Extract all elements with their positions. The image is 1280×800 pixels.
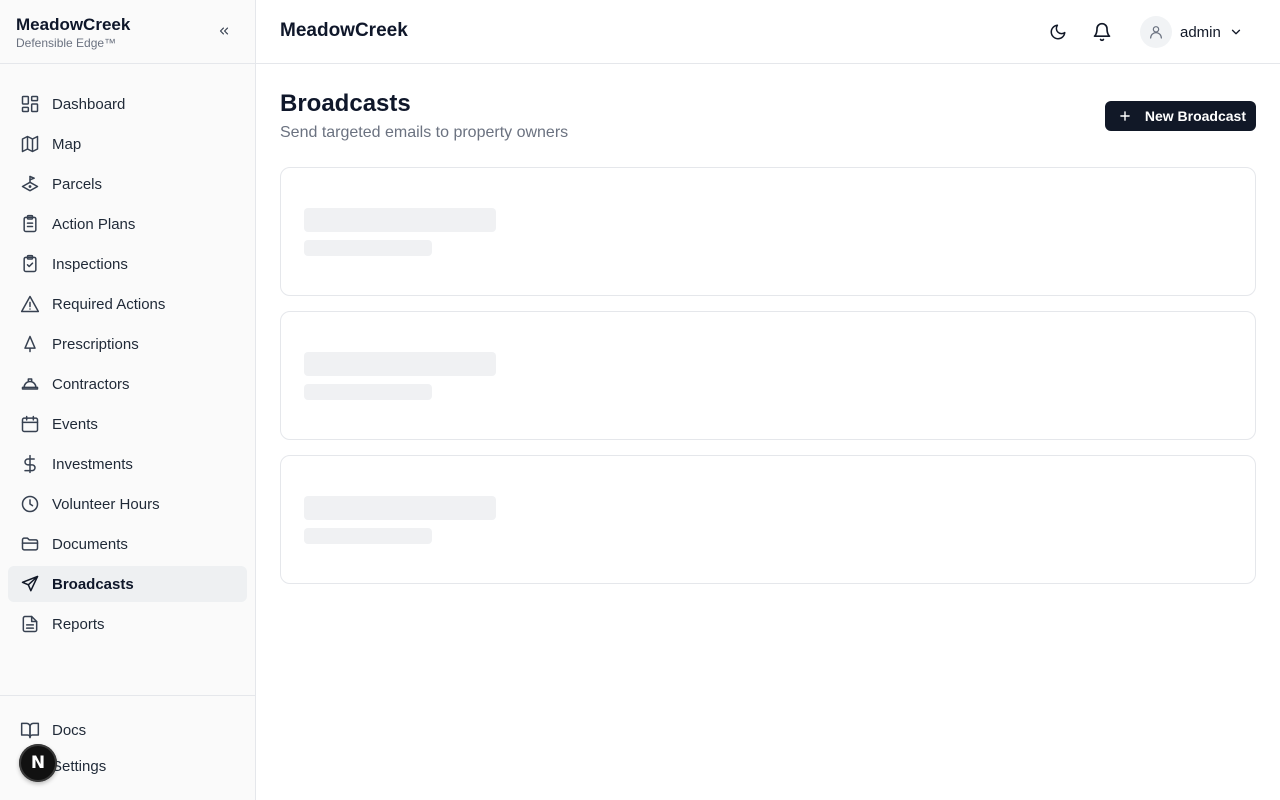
- chevrons-left-icon: [219, 27, 229, 35]
- bell-icon: [1093, 22, 1111, 42]
- sidebar-item-prescriptions[interactable]: Prescriptions: [8, 326, 247, 362]
- user-menu[interactable]: admin: [1140, 16, 1243, 48]
- clipboard-check-icon: [20, 254, 40, 274]
- topbar-title: MeadowCreek: [280, 20, 408, 41]
- sidebar-item-dashboard[interactable]: Dashboard: [8, 86, 247, 122]
- notifications-button[interactable]: [1090, 20, 1114, 44]
- page-title: Broadcasts: [280, 90, 411, 117]
- broadcast-card-skeleton: [280, 167, 1256, 296]
- sidebar-item-label: Action Plans: [52, 215, 136, 233]
- skeleton-title: [304, 496, 496, 520]
- chevron-down-icon: [1229, 25, 1243, 39]
- collapse-sidebar-button[interactable]: [215, 22, 233, 40]
- sidebar-item-label: Events: [52, 415, 98, 433]
- sidebar-item-label: Required Actions: [52, 295, 166, 313]
- sidebar-item-parcels[interactable]: Parcels: [8, 166, 247, 202]
- topbar: MeadowCreek admin: [256, 0, 1280, 64]
- user-icon: [1150, 26, 1162, 39]
- broadcast-card-skeleton: [280, 455, 1256, 584]
- sidebar-item-label: Investments: [52, 455, 133, 473]
- sidebar-item-label: Inspections: [52, 255, 128, 273]
- clock-icon: [20, 494, 40, 514]
- app-root: MeadowCreek Defensible Edge™ Dashboard M…: [0, 0, 1280, 800]
- parcels-icon: [20, 174, 40, 194]
- broadcast-card-skeleton: [280, 311, 1256, 440]
- file-text-icon: [20, 614, 40, 634]
- clipboard-list-icon: [20, 214, 40, 234]
- page-subtitle: Send targeted emails to property owners: [280, 124, 569, 141]
- folder-icon: [20, 534, 40, 554]
- sidebar-item-label: Settings: [52, 757, 107, 775]
- sidebar-item-reports[interactable]: Reports: [8, 606, 247, 642]
- avatar: [1140, 16, 1172, 48]
- sidebar-item-docs[interactable]: Docs: [8, 712, 247, 748]
- sidebar-nav: Dashboard Map Parcels Action Plans Inspe…: [0, 64, 255, 642]
- sidebar-item-required-actions[interactable]: Required Actions: [8, 286, 247, 322]
- tree-icon: [20, 334, 40, 354]
- skeleton-subtitle: [304, 240, 432, 256]
- sidebar-item-action-plans[interactable]: Action Plans: [8, 206, 247, 242]
- sidebar-item-label: Docs: [52, 721, 87, 739]
- calendar-icon: [20, 414, 40, 434]
- sidebar-item-documents[interactable]: Documents: [8, 526, 247, 562]
- book-icon: [20, 720, 40, 740]
- brand-tagline: Defensible Edge™: [16, 36, 117, 50]
- sidebar-item-label: Broadcasts: [52, 575, 134, 593]
- sidebar-item-label: Map: [52, 135, 82, 153]
- sidebar-item-events[interactable]: Events: [8, 406, 247, 442]
- skeleton-title: [304, 208, 496, 232]
- brand: MeadowCreek Defensible Edge™: [0, 0, 255, 64]
- skeleton-title: [304, 352, 496, 376]
- fab-letter: N: [30, 753, 46, 773]
- skeleton-subtitle: [304, 384, 432, 400]
- floating-action-button[interactable]: N: [19, 744, 57, 782]
- sidebar-item-label: Parcels: [52, 175, 103, 193]
- sidebar-item-label: Prescriptions: [52, 335, 139, 353]
- sidebar-item-map[interactable]: Map: [8, 126, 247, 162]
- hard-hat-icon: [20, 374, 40, 394]
- map-icon: [20, 134, 40, 154]
- plus-icon: [1117, 108, 1133, 124]
- sidebar-item-investments[interactable]: Investments: [8, 446, 247, 482]
- moon-icon: [1050, 24, 1066, 40]
- sidebar-item-broadcasts[interactable]: Broadcasts: [8, 566, 247, 602]
- sidebar-item-label: Dashboard: [52, 95, 126, 113]
- user-name: admin: [1180, 23, 1221, 41]
- dollar-icon: [20, 454, 40, 474]
- brand-name: MeadowCreek: [16, 15, 131, 34]
- theme-toggle-button[interactable]: [1046, 20, 1070, 44]
- send-icon: [20, 574, 40, 594]
- sidebar-item-label: Reports: [52, 615, 105, 633]
- sidebar-item-volunteer-hours[interactable]: Volunteer Hours: [8, 486, 247, 522]
- sidebar-item-label: Documents: [52, 535, 128, 553]
- dashboard-icon: [20, 94, 40, 114]
- alert-triangle-icon: [20, 294, 40, 314]
- new-broadcast-button[interactable]: New Broadcast: [1104, 101, 1256, 131]
- new-broadcast-label: New Broadcast: [1144, 108, 1246, 124]
- sidebar-item-contractors[interactable]: Contractors: [8, 366, 247, 402]
- skeleton-subtitle: [304, 528, 432, 544]
- sidebar-item-inspections[interactable]: Inspections: [8, 246, 247, 282]
- sidebar-item-label: Contractors: [52, 375, 130, 393]
- sidebar: MeadowCreek Defensible Edge™ Dashboard M…: [0, 0, 256, 800]
- sidebar-item-label: Volunteer Hours: [52, 495, 160, 513]
